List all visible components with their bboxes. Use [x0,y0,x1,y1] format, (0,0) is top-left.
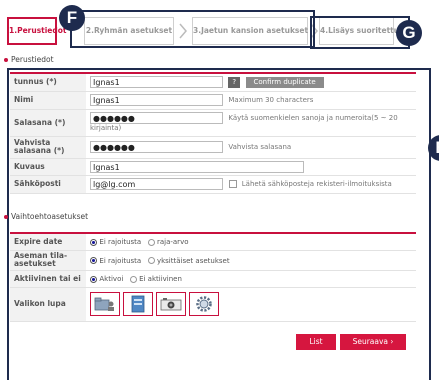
notify-email-checkbox[interactable] [229,180,238,188]
confirm-password-hint: Vahvista salasana [228,143,292,151]
name-hint: Maximum 30 characters [228,96,314,104]
description-input[interactable]: Ignas1 [90,160,304,173]
confirm-password-label: Vahvista salasana (*) [10,136,86,159]
settings-gear-icon[interactable] [189,292,219,316]
annotation-box-f [70,10,315,48]
confirm-password-input[interactable]: ●●●●●● [90,141,223,153]
description-label: Kuvaus [10,158,86,176]
help-button[interactable]: ? [228,76,241,88]
next-button[interactable]: Seuraava › [340,334,406,350]
expire-limit-label: raja-arvo [156,238,189,247]
email-input[interactable]: lg@lg.com [90,178,223,190]
quota-label: Aseman tila-asetukset [10,250,86,271]
list-button[interactable]: List [296,334,336,350]
basic-info-table: tunnus (*) Ignas1 ? Confirm duplicate Ni… [10,72,416,194]
camera-icon[interactable] [156,292,186,316]
expire-unlimited-radio[interactable] [90,238,97,246]
inactive-radio[interactable] [129,275,137,283]
bullet-dot-icon [4,58,8,62]
active-label: Aktiivinen tai ei [10,270,86,288]
file-upload-icon[interactable] [123,292,153,316]
permission-icons [90,292,219,316]
section-title: Vaihtoehtoasetukset [11,212,89,221]
password-input[interactable]: ●●●●●● [90,112,223,125]
section-title: Perustiedot [11,55,54,64]
name-input[interactable]: Ignas1 [90,94,223,106]
quota-unlimited-radio[interactable] [90,257,97,264]
notify-email-label: Lähetä sähköposteja rekisteri-ilmoituksi… [241,180,392,188]
quota-individual-radio[interactable] [147,257,155,264]
marker-g: G [396,20,422,46]
section-basic-info-heading: Perustiedot [4,55,54,64]
inactive-label: Ei aktiivinen [139,275,182,283]
activate-radio[interactable] [90,275,97,283]
confirm-duplicate-button[interactable]: Confirm duplicate [245,76,324,88]
name-label: Nimi [10,91,86,110]
password-label: Salasana (*) [10,109,86,137]
menu-permission-label: Valikon lupa [10,287,86,322]
quota-unlimited-label: Ei rajoitusta [99,256,142,265]
bullet-dot-icon [4,215,8,219]
optional-settings-table: Expire date Ei rajoitusta raja-arvo Asem… [10,232,416,322]
annotation-box-g [310,16,410,49]
tab-step-basic-info[interactable]: 1.Perustiedot [7,17,67,45]
email-label: Sähköposti [10,175,86,194]
section-optional-heading: Vaihtoehtoasetukset [4,212,88,221]
activate-label: Aktivoi [99,275,124,283]
folder-user-icon[interactable] [90,292,120,316]
expire-unlimited-label: Ei rajoitusta [99,238,142,247]
quota-individual-label: yksittäiset asetukset [156,256,230,265]
expire-limit-radio[interactable] [147,238,155,246]
marker-f: F [59,5,85,31]
id-label: tunnus (*) [10,73,86,92]
id-input[interactable]: Ignas1 [90,76,223,89]
expire-date-label: Expire date [10,233,86,251]
